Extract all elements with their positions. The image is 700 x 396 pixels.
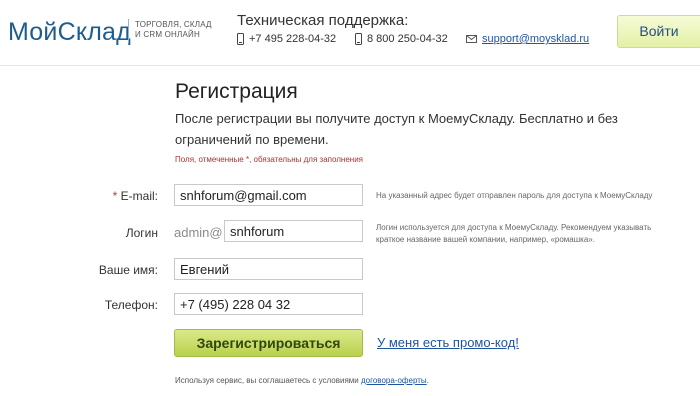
login-button[interactable]: Войти bbox=[617, 15, 700, 48]
phone-2-text: 8 800 250-04-32 bbox=[367, 33, 448, 45]
mobile-phone-icon bbox=[237, 33, 244, 45]
page-title: Регистрация bbox=[175, 80, 298, 103]
envelope-icon bbox=[466, 35, 477, 43]
mobile-phone-icon bbox=[355, 33, 362, 45]
logo[interactable]: МойСклад bbox=[8, 18, 131, 47]
intro-text: После регистрации вы получите доступ к М… bbox=[175, 111, 618, 147]
name-field[interactable] bbox=[174, 258, 363, 280]
terms-link[interactable]: договора-оферты bbox=[361, 376, 427, 385]
promo-code-link[interactable]: У меня есть промо-код! bbox=[377, 335, 519, 350]
support-phone-2: 8 800 250-04-32 bbox=[355, 33, 448, 45]
phone-1-text: +7 495 228-04-32 bbox=[249, 33, 337, 45]
email-hint: На указанный адрес будет отправлен парол… bbox=[376, 191, 653, 200]
tagline-line-2: И CRM ОНЛАЙН bbox=[135, 30, 200, 39]
phone-field[interactable] bbox=[174, 293, 363, 315]
terms-end: . bbox=[426, 376, 429, 385]
tagline: ТОРГОВЛЯ, СКЛАД И CRM ОНЛАЙН bbox=[135, 20, 212, 40]
register-button[interactable]: Зарегистрироваться bbox=[174, 329, 363, 357]
required-note: Поля, отмеченные *, обязательны для запо… bbox=[175, 155, 364, 164]
email-label: * E-mail: bbox=[0, 189, 158, 203]
support-email: support@moysklad.ru bbox=[466, 33, 589, 45]
login-prefix: admin@ bbox=[174, 225, 223, 240]
terms-text: Используя сервис, вы соглашаетесь с усло… bbox=[175, 376, 429, 385]
login-hint: Логин используется для доступа к МоемуСк… bbox=[376, 223, 652, 244]
tagline-line-1: ТОРГОВЛЯ, СКЛАД bbox=[135, 20, 212, 29]
name-label: Ваше имя: bbox=[98, 263, 158, 277]
email-label-text: E-mail: bbox=[120, 189, 158, 203]
email-field[interactable] bbox=[174, 184, 363, 206]
terms-prefix: Используя сервис, вы соглашаетесь с усло… bbox=[175, 376, 359, 385]
required-star: * bbox=[112, 189, 118, 203]
phone-label: Телефон: bbox=[104, 298, 158, 312]
logo-divider bbox=[128, 19, 129, 43]
support-email-link[interactable]: support@moysklad.ru bbox=[482, 33, 589, 45]
support-title: Техническая поддержка: bbox=[237, 12, 409, 29]
support-phone-1: +7 495 228-04-32 bbox=[237, 33, 336, 45]
login-field[interactable] bbox=[224, 220, 363, 242]
login-label: Логин bbox=[125, 226, 158, 240]
site-header: МойСклад ТОРГОВЛЯ, СКЛАД И CRM ОНЛАЙН Те… bbox=[0, 0, 700, 66]
